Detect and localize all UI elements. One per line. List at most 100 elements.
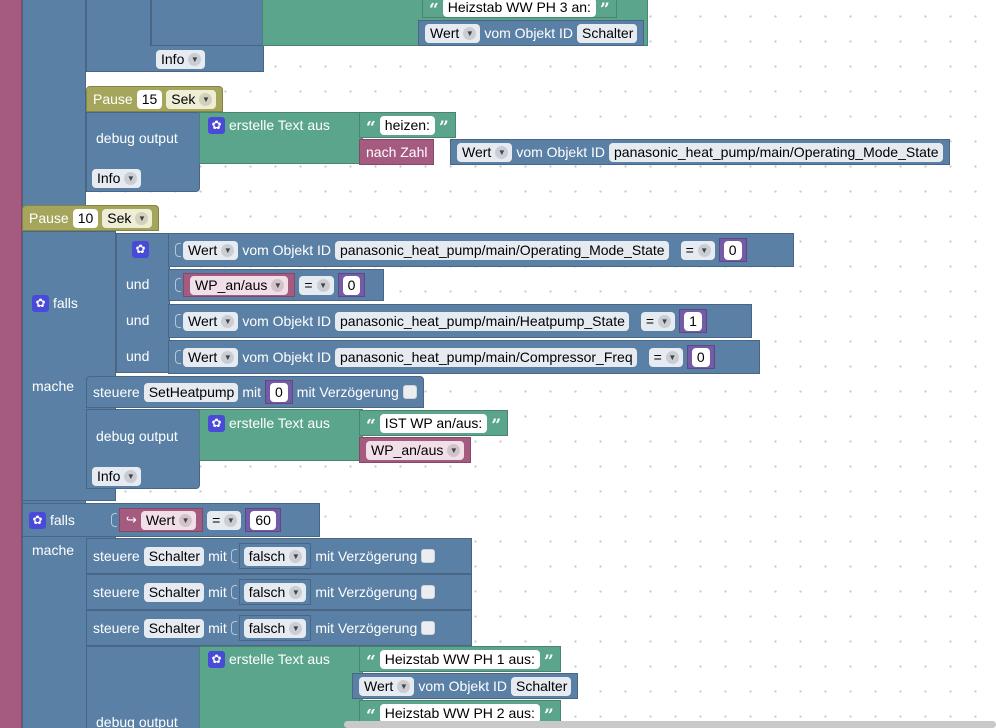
pause-number-field[interactable]: 10 bbox=[72, 208, 99, 228]
number-block[interactable]: 0 bbox=[686, 345, 715, 369]
quote-open-icon: “ bbox=[366, 118, 376, 138]
gear-icon[interactable]: ✿ bbox=[208, 414, 225, 432]
variable-dropdown[interactable]: Wert ▼ bbox=[140, 510, 197, 530]
gear-icon[interactable]: ✿ bbox=[132, 240, 149, 258]
inner-statement-block[interactable] bbox=[150, 0, 264, 46]
number-block[interactable]: 0 bbox=[337, 273, 366, 297]
boolean-block[interactable]: falsch ▼ bbox=[238, 615, 312, 641]
quote-open-icon: “ bbox=[429, 0, 439, 20]
text-literal-block[interactable]: “ Heizstab WW PH 1 aus: ” bbox=[359, 646, 561, 672]
pause-number-field[interactable]: 15 bbox=[136, 89, 163, 109]
pause-block[interactable]: Pause 15 Sek ▼ bbox=[86, 86, 224, 112]
operator-dropdown[interactable]: = ▼ bbox=[648, 347, 683, 367]
horizontal-scrollbar[interactable] bbox=[344, 721, 996, 728]
operator-dropdown[interactable]: = ▼ bbox=[640, 311, 676, 331]
control-block[interactable]: steuere Schalter mit falsch ▼ mit Verzöge… bbox=[86, 574, 472, 610]
object-id-field[interactable]: Schalter bbox=[143, 546, 205, 566]
operator-dropdown[interactable]: = ▼ bbox=[299, 275, 334, 295]
delay-checkbox[interactable] bbox=[402, 385, 417, 399]
boolean-dropdown[interactable]: falsch ▼ bbox=[243, 618, 307, 638]
object-id-field[interactable]: panasonic_heat_pump/main/Operating_Mode_… bbox=[609, 142, 943, 162]
boolean-block[interactable]: falsch ▼ bbox=[238, 543, 312, 569]
value-dropdown[interactable]: Wert ▼ bbox=[425, 23, 481, 43]
number-block[interactable]: 60 bbox=[245, 508, 281, 532]
text-join-header: ✿ erstelle Text aus bbox=[204, 412, 334, 434]
value-dropdown[interactable]: Wert ▼ bbox=[183, 240, 239, 260]
object-id-field[interactable]: panasonic_heat_pump/main/Compressor_Freq bbox=[335, 347, 637, 367]
boolean-dropdown[interactable]: falsch ▼ bbox=[243, 546, 307, 566]
number-field[interactable]: 0 bbox=[269, 382, 288, 402]
connector-tab bbox=[230, 621, 237, 635]
control-block[interactable]: steuere SetHeatpump mit 0 mit Verzögerun… bbox=[86, 376, 424, 408]
object-id-label: vom Objekt ID bbox=[516, 144, 606, 160]
info-row: Info ▼ bbox=[88, 167, 145, 189]
number-field[interactable]: 0 bbox=[342, 275, 361, 295]
operator-dropdown[interactable]: = ▼ bbox=[207, 510, 242, 530]
object-value-block[interactable]: Wert ▼ vom Objekt ID Schalter bbox=[352, 673, 579, 699]
compare-block[interactable]: Wert ▼ vom Objekt ID panasonic_heat_pump/… bbox=[168, 233, 794, 267]
value-dropdown[interactable]: Wert ▼ bbox=[457, 142, 513, 162]
log-level-dropdown[interactable]: Info ▼ bbox=[156, 49, 206, 69]
text-field[interactable]: heizen: bbox=[379, 115, 435, 135]
gear-icon[interactable]: ✿ bbox=[208, 116, 225, 134]
number-block[interactable]: 1 bbox=[679, 309, 707, 333]
boolean-dropdown[interactable]: falsch ▼ bbox=[243, 582, 307, 602]
value-dropdown[interactable]: Wert ▼ bbox=[183, 347, 239, 367]
gear-icon[interactable]: ✿ bbox=[208, 650, 225, 668]
boolean-block[interactable]: falsch ▼ bbox=[238, 579, 312, 605]
object-id-label: vom Objekt ID bbox=[242, 313, 332, 329]
connector-tab bbox=[175, 278, 181, 292]
log-level-dropdown[interactable]: Info ▼ bbox=[92, 466, 142, 486]
delay-checkbox[interactable] bbox=[421, 549, 436, 563]
variable-block[interactable]: WP_an/aus ▼ bbox=[359, 437, 472, 463]
pause-unit-dropdown[interactable]: Sek ▼ bbox=[166, 89, 217, 109]
pause-unit-dropdown[interactable]: Sek ▼ bbox=[102, 208, 153, 228]
value-dropdown[interactable]: Wert ▼ bbox=[359, 676, 415, 696]
object-value-block[interactable]: Wert ▼ vom Objekt ID panasonic_heat_pump/… bbox=[450, 139, 950, 165]
number-block[interactable]: 0 bbox=[264, 380, 293, 404]
compare-block[interactable]: Wert ▼ vom Objekt ID panasonic_heat_pump/… bbox=[168, 304, 752, 338]
compare-block[interactable]: WP_an/aus ▼ = ▼ 0 bbox=[168, 269, 384, 301]
object-id-field[interactable]: SetHeatpump bbox=[143, 382, 239, 402]
object-id-field[interactable]: Schalter bbox=[143, 582, 205, 602]
text-field[interactable]: Heizstab WW PH 3 an: bbox=[442, 0, 596, 17]
debug-output-label: debug output bbox=[96, 428, 178, 444]
variable-block[interactable]: WP_an/aus ▼ bbox=[183, 273, 296, 297]
variable-dropdown[interactable]: WP_an/aus ▼ bbox=[366, 440, 465, 460]
variable-block[interactable]: ↪ Wert ▼ bbox=[118, 508, 204, 532]
number-block[interactable]: 0 bbox=[718, 238, 747, 262]
object-id-field[interactable]: Schalter bbox=[143, 618, 205, 638]
number-field[interactable]: 60 bbox=[250, 510, 276, 530]
to-number-block[interactable]: nach Zahl bbox=[359, 139, 435, 165]
control-block[interactable]: steuere Schalter mit falsch ▼ mit Verzöge… bbox=[86, 538, 472, 574]
text-literal-block[interactable]: “ heizen: ” bbox=[359, 112, 456, 138]
pause-block[interactable]: Pause 10 Sek ▼ bbox=[22, 205, 160, 231]
object-id-field[interactable]: Schalter bbox=[577, 23, 638, 43]
compare-block[interactable]: Wert ▼ vom Objekt ID panasonic_heat_pump/… bbox=[168, 340, 760, 374]
variable-dropdown[interactable]: WP_an/aus ▼ bbox=[190, 275, 289, 295]
number-field[interactable]: 0 bbox=[691, 347, 710, 367]
object-id-field[interactable]: Schalter bbox=[511, 676, 572, 696]
chevron-down-icon: ▼ bbox=[199, 92, 213, 106]
delay-checkbox[interactable] bbox=[421, 621, 436, 635]
number-field[interactable]: 1 bbox=[684, 311, 702, 331]
control-block[interactable]: steuere Schalter mit falsch ▼ mit Verzöge… bbox=[86, 610, 472, 646]
delay-checkbox[interactable] bbox=[421, 585, 436, 599]
object-id-field[interactable]: panasonic_heat_pump/main/Operating_Mode_… bbox=[335, 240, 669, 260]
pause-label: Pause bbox=[93, 91, 133, 107]
operator-dropdown[interactable]: = ▼ bbox=[680, 240, 715, 260]
text-field[interactable]: Heizstab WW PH 2 aus: bbox=[379, 703, 540, 723]
gear-icon[interactable]: ✿ bbox=[29, 511, 46, 529]
object-id-field[interactable]: panasonic_heat_pump/main/Heatpump_State bbox=[335, 311, 629, 331]
text-literal-block[interactable]: “ Heizstab WW PH 3 an: ” bbox=[422, 0, 617, 20]
text-literal-block[interactable]: “ IST WP an/aus: ” bbox=[359, 410, 509, 436]
object-id-label: vom Objekt ID bbox=[418, 678, 508, 694]
text-field[interactable]: IST WP an/aus: bbox=[379, 413, 488, 433]
value-dropdown[interactable]: Wert ▼ bbox=[183, 311, 239, 331]
object-id-label: vom Objekt ID bbox=[242, 242, 332, 258]
gear-icon[interactable]: ✿ bbox=[32, 294, 49, 312]
log-level-dropdown[interactable]: Info ▼ bbox=[92, 168, 142, 188]
object-value-block[interactable]: Wert ▼ vom Objekt ID Schalter bbox=[418, 20, 645, 46]
text-field[interactable]: Heizstab WW PH 1 aus: bbox=[379, 649, 540, 669]
number-field[interactable]: 0 bbox=[723, 240, 742, 260]
